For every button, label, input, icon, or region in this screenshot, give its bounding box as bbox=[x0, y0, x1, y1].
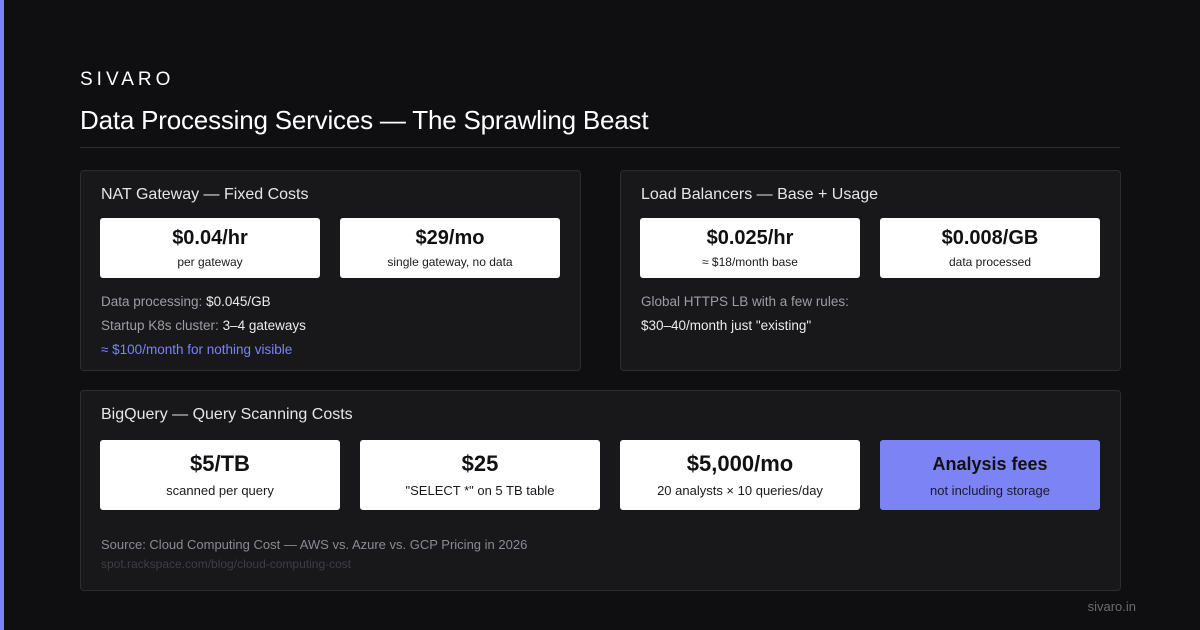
stat-label: scanned per query bbox=[166, 483, 274, 498]
stat-value: $0.025/hr bbox=[706, 227, 794, 249]
stat-card: $5,000/mo 20 analysts × 10 queries/day bbox=[620, 440, 860, 510]
stat-card: $25 "SELECT *" on 5 TB table bbox=[360, 440, 600, 510]
stat-label: ≈ $18/month base bbox=[702, 255, 798, 269]
source-citation: Source: Cloud Computing Cost — AWS vs. A… bbox=[101, 537, 528, 552]
stat-card: $0.008/GB data processed bbox=[880, 218, 1100, 278]
detail-key: Data processing: bbox=[101, 294, 203, 309]
stat-value: $0.008/GB bbox=[941, 227, 1039, 249]
stat-label: "SELECT *" on 5 TB table bbox=[405, 483, 555, 498]
stat-label: data processed bbox=[948, 255, 1032, 269]
stat-card: $29/mo single gateway, no data bbox=[340, 218, 560, 278]
brand-logo: SIVARO bbox=[80, 69, 175, 90]
stat-card: $5/TB scanned per query bbox=[100, 440, 340, 510]
detail-value: 3–4 gateways bbox=[222, 318, 306, 333]
detail-key: Startup K8s cluster: bbox=[101, 318, 219, 333]
stat-value: Analysis fees bbox=[932, 454, 1048, 474]
nat-gateway-panel: NAT Gateway — Fixed Costs $0.04/hr per g… bbox=[80, 170, 581, 371]
stat-value: $5/TB bbox=[190, 451, 250, 476]
detail-line: Startup K8s cluster: 3–4 gateways bbox=[101, 318, 306, 333]
stat-label: single gateway, no data bbox=[387, 255, 513, 269]
stat-label: per gateway bbox=[177, 255, 243, 269]
stat-label: 20 analysts × 10 queries/day bbox=[657, 483, 823, 498]
source-url: spot.rackspace.com/blog/cloud-computing-… bbox=[101, 557, 352, 571]
stat-value: $25 bbox=[461, 451, 499, 476]
stat-card-highlight: Analysis fees not including storage bbox=[880, 440, 1100, 510]
stat-value: $5,000/mo bbox=[686, 451, 794, 476]
panel-title: NAT Gateway — Fixed Costs bbox=[101, 186, 309, 203]
note-value: $30–40/month just "existing" bbox=[641, 318, 812, 333]
stat-card: $0.04/hr per gateway bbox=[100, 218, 320, 278]
page-title: Data Processing Services — The Sprawling… bbox=[80, 105, 649, 135]
accent-bar bbox=[0, 0, 4, 630]
stat-value: $0.04/hr bbox=[172, 227, 248, 249]
note-line: Global HTTPS LB with a few rules: bbox=[641, 294, 849, 309]
panel-title: Load Balancers — Base + Usage bbox=[641, 186, 879, 203]
stat-card: $0.025/hr ≈ $18/month base bbox=[640, 218, 860, 278]
stat-label: not including storage bbox=[930, 483, 1050, 498]
panel-title: BigQuery — Query Scanning Costs bbox=[101, 406, 353, 423]
title-divider bbox=[80, 147, 1120, 148]
detail-line: Data processing: $0.045/GB bbox=[101, 294, 271, 309]
bigquery-panel: BigQuery — Query Scanning Costs $5/TB sc… bbox=[80, 390, 1121, 591]
detail-value: $0.045/GB bbox=[206, 294, 271, 309]
load-balancers-panel: Load Balancers — Base + Usage $0.025/hr … bbox=[620, 170, 1121, 371]
footer-domain: sivaro.in bbox=[1087, 599, 1136, 614]
highlight-line: ≈ $100/month for nothing visible bbox=[101, 342, 293, 357]
stat-value: $29/mo bbox=[415, 227, 485, 249]
